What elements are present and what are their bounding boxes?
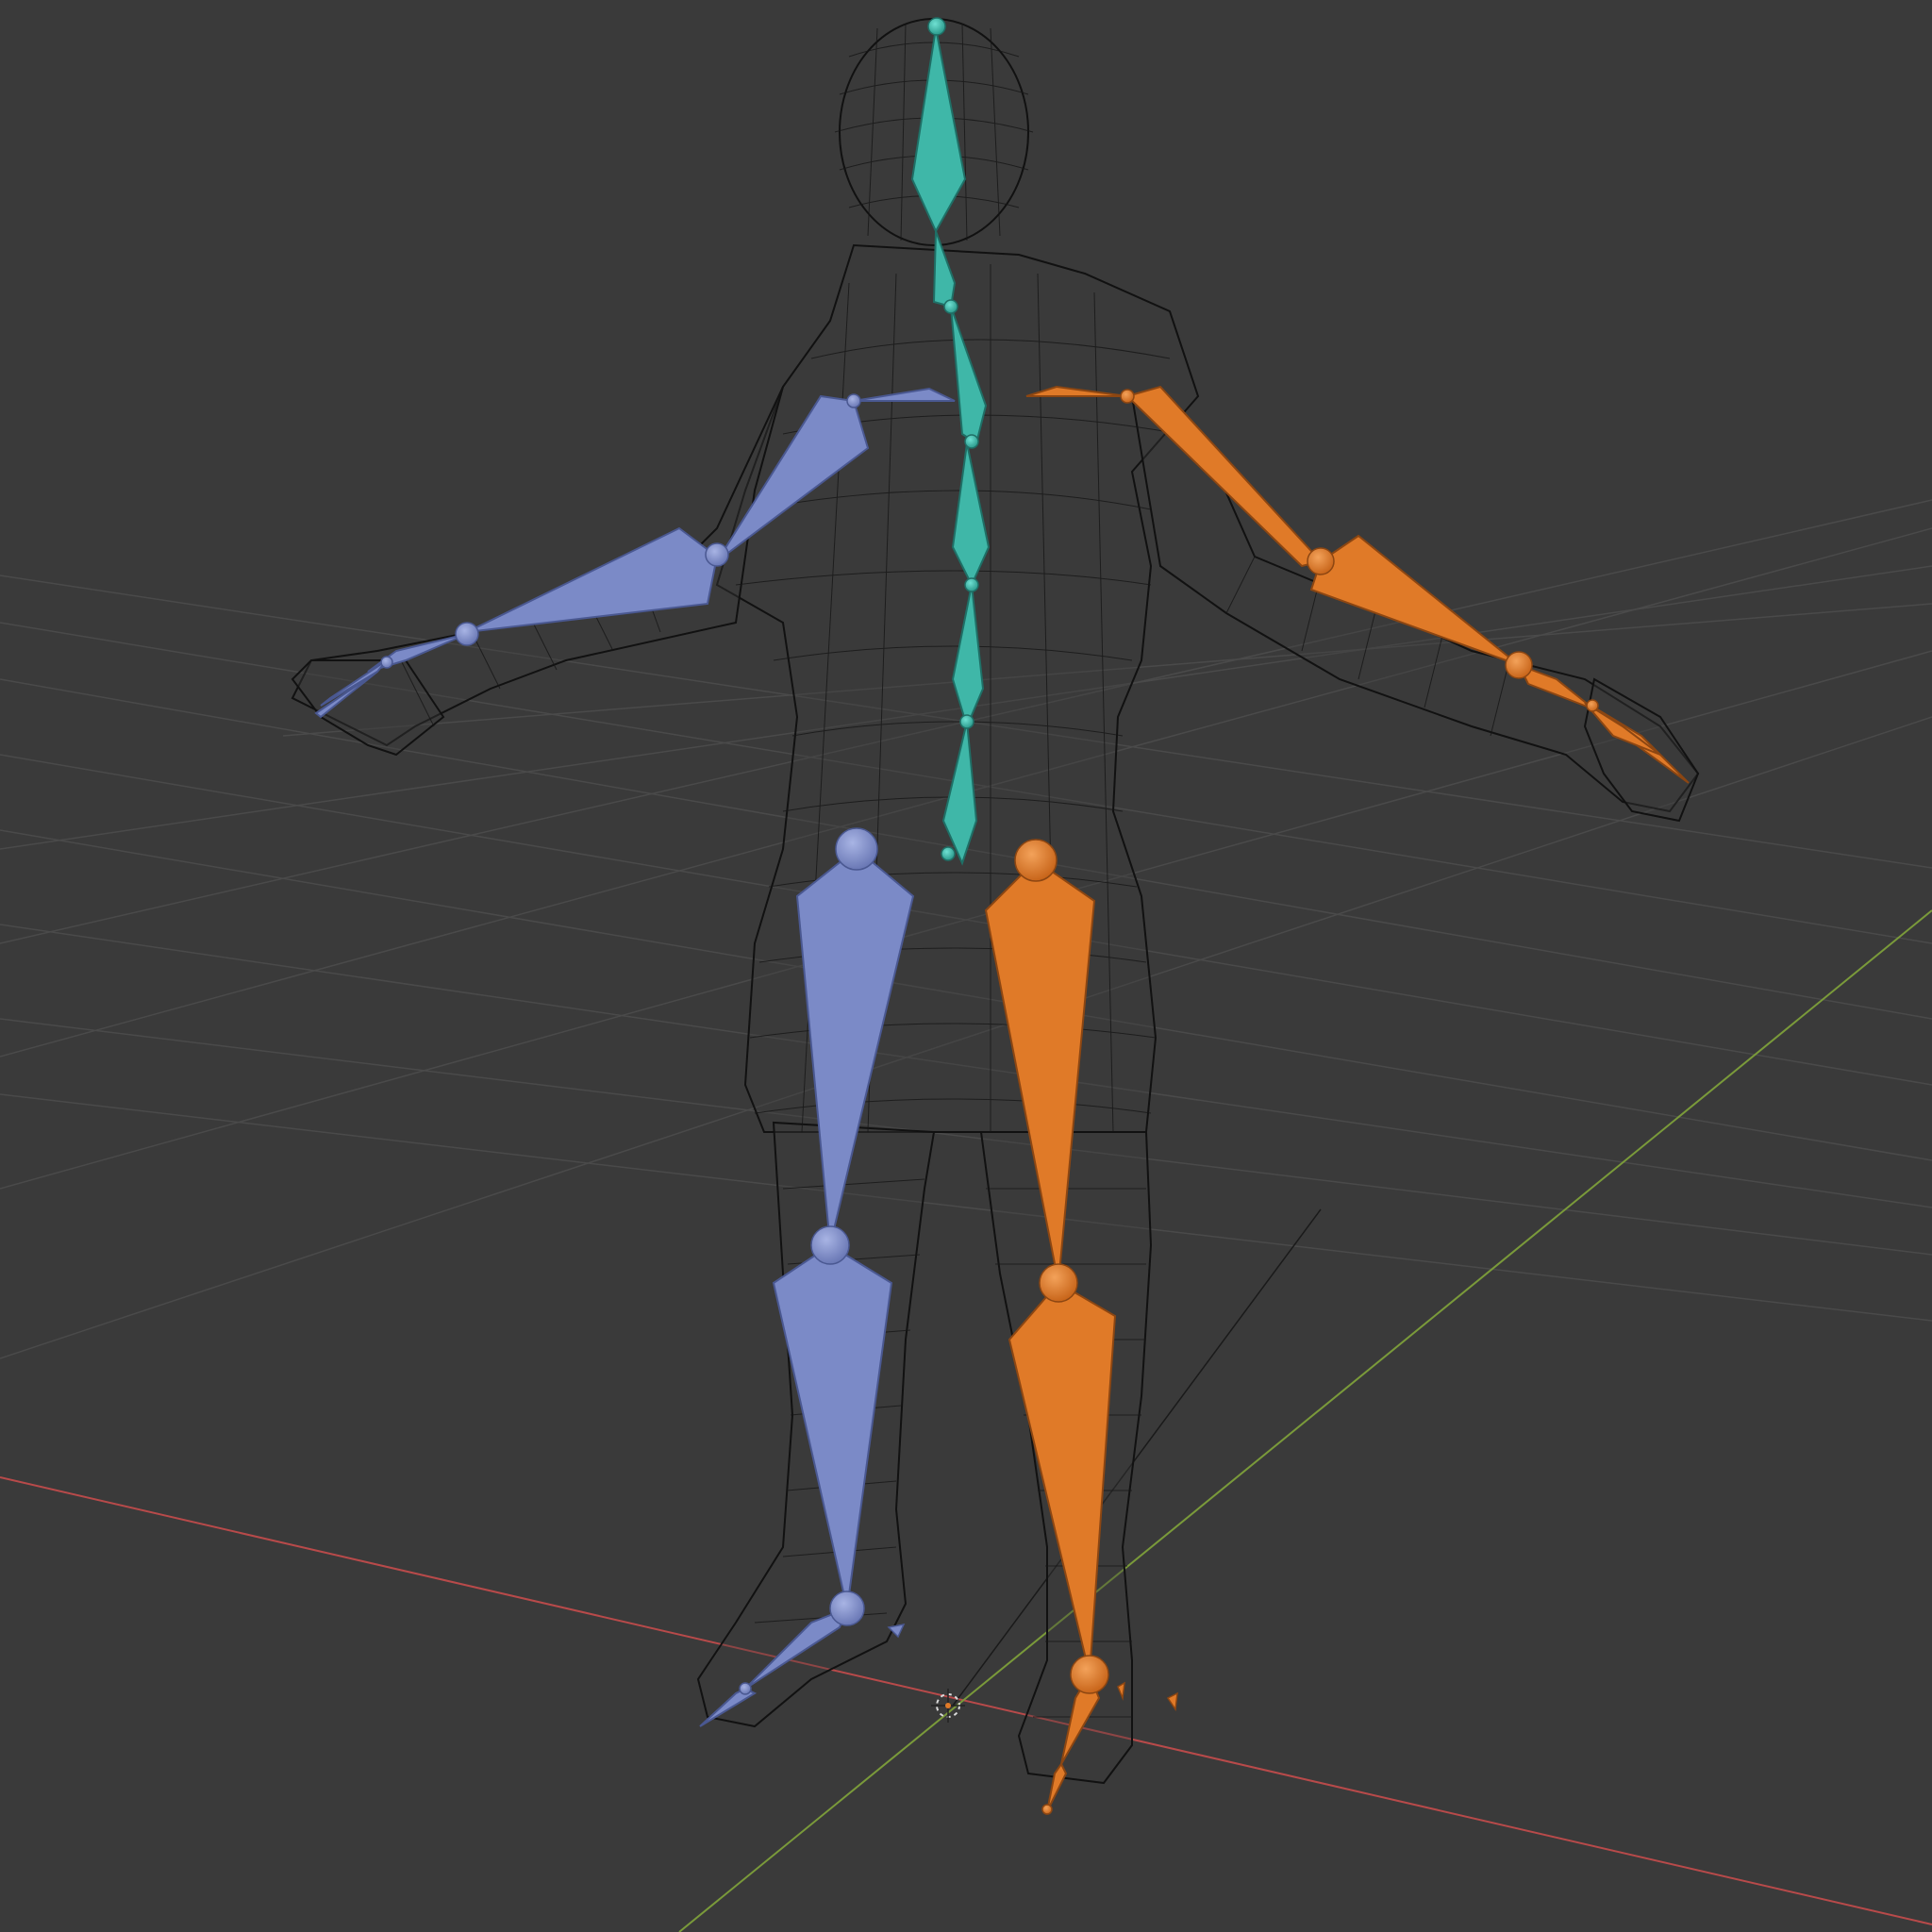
joint-knee-r[interactable] <box>1039 1263 1078 1303</box>
joint-neck[interactable] <box>943 299 958 314</box>
joint-head-tip[interactable] <box>927 17 946 36</box>
joint-knee-l[interactable] <box>810 1225 850 1265</box>
joint-finger-l[interactable] <box>380 656 393 669</box>
joint-shoulder-l[interactable] <box>846 393 861 408</box>
joint-hip-r[interactable] <box>1014 839 1058 882</box>
joint-chest[interactable] <box>964 434 979 449</box>
joint-wrist-r[interactable] <box>1505 651 1533 679</box>
joint-finger-r[interactable] <box>1586 699 1599 712</box>
joint-lower-spine[interactable] <box>959 714 974 729</box>
joint-ankle-r[interactable] <box>1070 1655 1109 1694</box>
joint-wrist-l[interactable] <box>455 622 479 646</box>
joint-hip-l[interactable] <box>835 827 878 871</box>
3d-viewport[interactable] <box>0 0 1932 1932</box>
joint-shoulder-r[interactable] <box>1120 389 1135 404</box>
joint-ankle-l[interactable] <box>829 1591 865 1626</box>
joint-toe-r[interactable] <box>1041 1804 1053 1815</box>
viewport-canvas[interactable] <box>0 0 1932 1932</box>
joint-elbow-r[interactable] <box>1307 547 1335 575</box>
joint-spine[interactable] <box>964 577 979 592</box>
joint-pelvis[interactable] <box>941 846 956 861</box>
joint-elbow-l[interactable] <box>705 542 729 567</box>
joint-toe-l[interactable] <box>739 1682 752 1695</box>
